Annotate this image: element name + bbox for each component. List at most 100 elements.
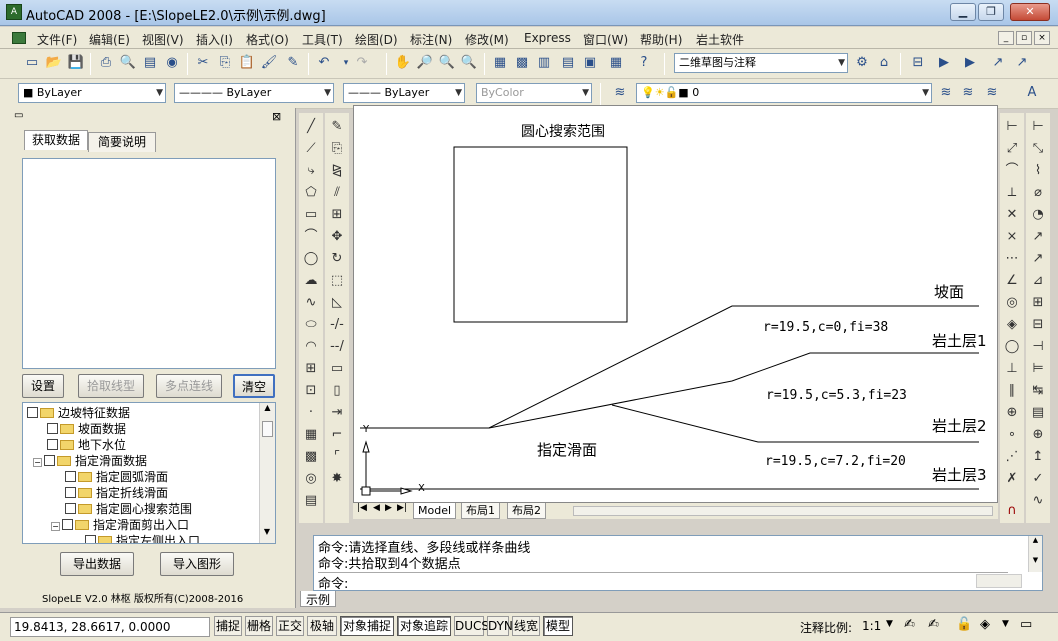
line-icon[interactable]: ╱ — [301, 117, 321, 137]
sheet-set-icon[interactable]: ▤ — [558, 53, 578, 73]
arc-icon[interactable]: ⌒ — [301, 227, 321, 247]
scale-icon[interactable]: ⬚ — [327, 271, 347, 291]
panel-close-icon[interactable]: ⊠ — [272, 110, 281, 123]
fillet-icon[interactable]: ⌜ — [327, 447, 347, 467]
zoom-previous-icon[interactable]: 🔍 — [459, 53, 479, 73]
pick-linetype-button[interactable]: 拾取线型 — [78, 374, 144, 398]
workspace-select[interactable]: 二维草图与注释 ▼ — [674, 53, 848, 73]
osnap-toggle[interactable]: 对象捕捉 — [340, 616, 394, 636]
menu-draw[interactable]: 绘图(D) — [355, 31, 398, 48]
checkbox[interactable] — [27, 407, 38, 418]
join-icon[interactable]: ⇥ — [327, 403, 347, 423]
panel-menu-icon[interactable]: ▭ — [14, 110, 23, 121]
lock-icon[interactable]: 🔓 — [956, 617, 972, 632]
snap-perpendicular-icon[interactable]: ⊥ — [1002, 359, 1022, 379]
dim-edit-icon[interactable]: ↹ — [1028, 381, 1048, 401]
menu-insert[interactable]: 插入(I) — [196, 31, 233, 48]
snap-tangent-icon[interactable]: ◯ — [1002, 337, 1022, 357]
my-workspace-icon[interactable]: ⌂ — [874, 53, 894, 73]
design-center-icon[interactable]: ▩ — [512, 53, 532, 73]
document-icon[interactable] — [12, 32, 26, 44]
horizontal-scrollbar[interactable] — [573, 506, 993, 516]
rock-layer2-line[interactable] — [611, 404, 979, 443]
table-style-icon[interactable]: ▶ — [960, 53, 980, 73]
scroll-down-icon[interactable]: ▼ — [260, 527, 274, 543]
snap-nearest-icon[interactable]: ⋰ — [1002, 447, 1022, 467]
annotate-icon[interactable]: A — [1022, 83, 1042, 103]
polygon-icon[interactable]: ⬠ — [301, 183, 321, 203]
tab-model[interactable]: Model — [413, 503, 457, 519]
open-file-icon[interactable]: 📂 — [44, 53, 64, 73]
undo-icon[interactable]: ↶ — [314, 53, 334, 73]
quick-leader-icon[interactable]: ⊿ — [1028, 271, 1048, 291]
snap-node-icon[interactable]: ∘ — [1002, 425, 1022, 445]
tab-layout1[interactable]: 布局1 — [461, 503, 500, 519]
match-properties-icon[interactable]: 🖌 — [259, 53, 279, 73]
collapse-icon[interactable]: − — [51, 522, 60, 531]
copy-object-icon[interactable]: ⎘ — [327, 139, 347, 159]
command-input[interactable]: 命令: — [318, 572, 1008, 592]
properties-icon[interactable]: ▦ — [490, 53, 510, 73]
dim-diameter-icon[interactable]: ⌀ — [1028, 183, 1048, 203]
tool-palettes-icon[interactable]: ▥ — [534, 53, 554, 73]
break-icon[interactable]: ▯ — [327, 381, 347, 401]
snap-extension-icon[interactable]: ⋯ — [1002, 249, 1022, 269]
lineweight-select[interactable]: ——— ByLayer ▼ — [343, 83, 465, 103]
mdi-minimize-button[interactable]: _ — [998, 31, 1014, 45]
plot-icon[interactable]: ⎙ — [96, 53, 116, 73]
dim-aligned-icon[interactable]: ⤢ — [1002, 139, 1022, 159]
center-mark-icon[interactable]: ⊟ — [1028, 315, 1048, 335]
ellipse-arc-icon[interactable]: ◠ — [301, 337, 321, 357]
drawing-canvas[interactable]: 圆心搜索范围 坡面 岩土层1 岩土层2 岩土层3 指定滑面 r=19.5,c=0… — [353, 105, 998, 503]
annotation-visibility-icon[interactable]: ✍ — [904, 617, 915, 632]
markup-icon[interactable]: ▣ — [580, 53, 600, 73]
center-search-rect[interactable] — [453, 146, 628, 323]
region-icon[interactable]: ◎ — [301, 469, 321, 489]
restore-button[interactable]: ❐ — [978, 3, 1004, 21]
spline-icon[interactable]: ∿ — [301, 293, 321, 313]
tree-node-left-entry[interactable]: 指定左侧出入口 — [85, 533, 200, 543]
dyn-toggle[interactable]: DYN — [487, 616, 513, 636]
break-at-point-icon[interactable]: ▭ — [327, 359, 347, 379]
checkbox[interactable] — [65, 471, 76, 482]
menu-dimension[interactable]: 标注(N) — [410, 31, 452, 48]
snap-parallel-icon[interactable]: ∥ — [1002, 381, 1022, 401]
dim-arc-icon[interactable]: ⌒ — [1002, 161, 1022, 181]
minimize-button[interactable]: ▁ — [950, 3, 976, 21]
linetype-select[interactable]: ———— ByLayer ▼ — [174, 83, 334, 103]
gradient-icon[interactable]: ▩ — [301, 447, 321, 467]
tab-prev-icon[interactable]: ◀ — [373, 503, 380, 513]
mdi-restore-button[interactable]: ▫ — [1016, 31, 1032, 45]
help-icon[interactable]: ? — [634, 53, 654, 73]
hatch-icon[interactable]: ▦ — [301, 425, 321, 445]
snap-settings-icon[interactable]: ∩ — [1002, 501, 1022, 521]
dim-ordinate-icon[interactable]: ⟂ — [1002, 183, 1022, 203]
tree-node-groundwater[interactable]: 地下水位 — [47, 437, 126, 453]
text-style-icon[interactable]: ▶ — [934, 53, 954, 73]
tree-node-polyline-slip[interactable]: 指定折线滑面 — [65, 485, 168, 501]
block-editor-icon[interactable]: ✎ — [283, 53, 303, 73]
paste-icon[interactable]: 📋 — [237, 53, 257, 73]
dim-jogged-icon[interactable]: ⌇ — [1028, 161, 1048, 181]
import-drawing-button[interactable]: 导入图形 — [160, 552, 234, 576]
stretch-icon[interactable]: ◺ — [327, 293, 347, 313]
tree-node-slope-features[interactable]: 边坡特征数据 — [27, 405, 130, 421]
grid-toggle[interactable]: 栅格 — [245, 616, 273, 636]
settings-button[interactable]: 设置 — [22, 374, 64, 398]
menu-file[interactable]: 文件(F) — [37, 31, 77, 48]
lineweight-toggle[interactable]: 线宽 — [512, 616, 540, 636]
tree-node-center-search[interactable]: 指定圆心搜索范围 — [65, 501, 192, 517]
menu-view[interactable]: 视图(V) — [142, 31, 184, 48]
tab-command-file[interactable]: 示例 — [300, 591, 336, 607]
copy-icon[interactable]: ⎘ — [215, 53, 235, 73]
dim-radius-icon[interactable]: ⤡ — [1028, 139, 1048, 159]
menu-geotech[interactable]: 岩土软件 — [696, 31, 744, 48]
data-listbox[interactable] — [22, 158, 276, 369]
ortho-toggle[interactable]: 正交 — [276, 616, 304, 636]
layer-select[interactable]: 💡☀🔓■ 0 ▼ — [636, 83, 932, 103]
zoom-realtime-icon[interactable]: 🔎 — [415, 53, 435, 73]
collapse-icon[interactable]: − — [33, 458, 42, 467]
mirror-icon[interactable]: ⧎ — [327, 161, 347, 181]
zoom-window-icon[interactable]: 🔍 — [437, 53, 457, 73]
polyline-icon[interactable]: ⤷ — [301, 161, 321, 181]
